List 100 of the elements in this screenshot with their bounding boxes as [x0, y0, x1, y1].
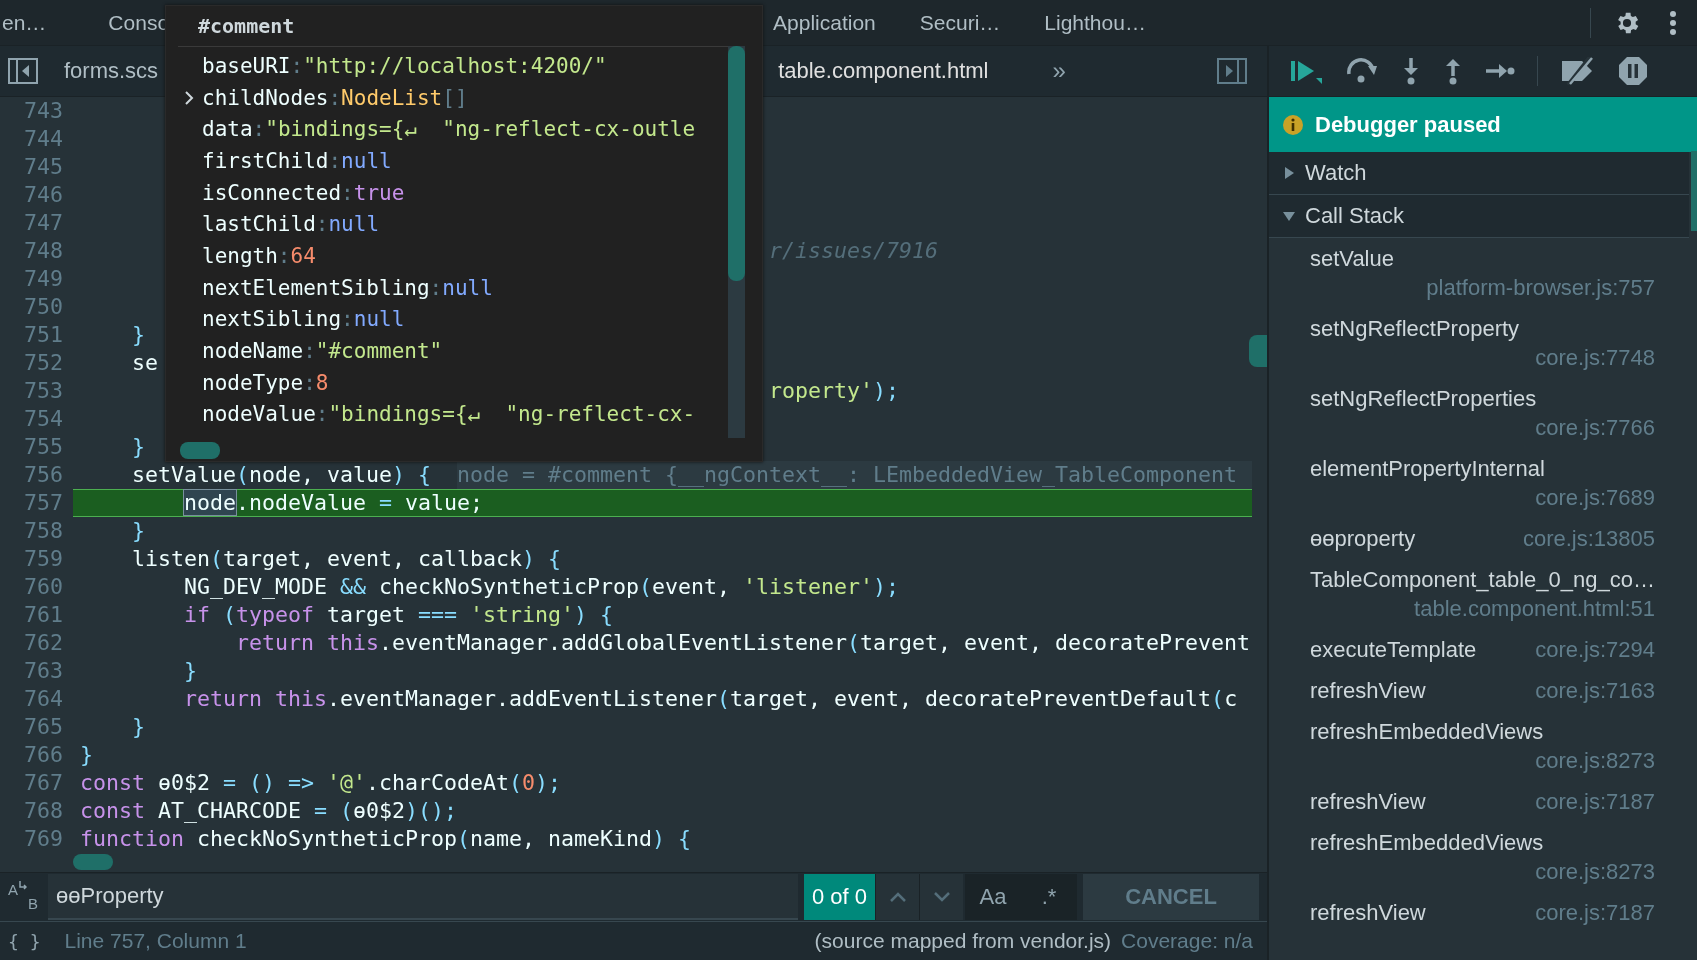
- pause-on-exceptions-icon[interactable]: [1618, 56, 1648, 86]
- line-number: 756: [23, 461, 63, 489]
- section-header[interactable]: Watch: [1269, 152, 1689, 195]
- scrollbar-thumb[interactable]: [73, 854, 113, 870]
- line-number: 751: [23, 321, 63, 349]
- frame-function-name[interactable]: ɵɵproperty: [1310, 524, 1416, 553]
- frame-function-name[interactable]: elementPropertyInternal: [1310, 454, 1545, 483]
- format-button[interactable]: { }: [8, 930, 41, 952]
- code-line: }: [80, 741, 93, 769]
- coverage-label: Coverage: n/a: [1121, 929, 1253, 953]
- line-number: 762: [23, 629, 63, 657]
- frame-function-name[interactable]: refreshView: [1310, 676, 1426, 705]
- cursor-position: Line 757, Column 1: [64, 929, 247, 953]
- frame-function-name[interactable]: setNgReflectProperty: [1310, 314, 1520, 343]
- frame-function-name[interactable]: setValue: [1310, 244, 1394, 273]
- editor-tab[interactable]: table.component.html: [778, 58, 989, 84]
- regex-toggle[interactable]: .*: [1021, 874, 1078, 920]
- code-line: r/issues/7916: [769, 237, 939, 265]
- source-map-link[interactable]: (source mapped from vendor.js): [814, 929, 1112, 953]
- chevron-up-icon: [889, 892, 906, 902]
- line-number: 769: [23, 825, 63, 853]
- match-count: 0 of 0: [804, 874, 876, 920]
- property-entry: nextElementSibling:null: [202, 275, 493, 300]
- search-field[interactable]: ɵɵProperty: [48, 874, 798, 920]
- property-entry: nodeValue:"bindings={↵ "ng-reflect-cx-: [202, 402, 696, 427]
- deactivate-breakpoints-icon[interactable]: [1560, 57, 1596, 85]
- line-number: 760: [23, 573, 63, 601]
- code-line: se: [132, 349, 159, 377]
- line-number: 748: [23, 237, 63, 265]
- code-line: if (typeof target === 'string') {: [184, 601, 614, 629]
- frame-function-name[interactable]: refreshEmbeddedViews: [1310, 828, 1544, 857]
- section-header[interactable]: Call Stack: [1269, 195, 1689, 238]
- property-entry: nextSibling:null: [202, 307, 405, 332]
- line-number: 749: [23, 265, 63, 293]
- property-entry: baseURI:"http://localhost:4200/": [202, 53, 607, 78]
- frame-function-name[interactable]: executeTemplate: [1310, 635, 1477, 664]
- line-number: 744: [23, 125, 63, 153]
- property-entry: lastChild:null: [202, 212, 380, 237]
- scrollbar-thumb[interactable]: [1691, 151, 1697, 231]
- editor-tab[interactable]: forms.scs: [64, 58, 159, 84]
- property-entry: isConnected:true: [202, 180, 405, 205]
- popup-title: #comment: [198, 14, 295, 38]
- property-entry: nodeType:8: [202, 370, 329, 395]
- banner-title: Debugger paused: [1315, 111, 1501, 138]
- property-entry: length:64: [202, 243, 316, 268]
- frame-function-name[interactable]: refreshEmbeddedViews: [1310, 717, 1544, 746]
- chevron-down-icon: [933, 892, 950, 902]
- sidebar-toggle-icon[interactable]: [1217, 58, 1247, 84]
- code-line: NG_DEV_MODE && checkNoSyntheticProp(event, 'listener');: [184, 573, 900, 601]
- match-case-toggle[interactable]: Aa: [965, 874, 1022, 920]
- sidebar-toggle-icon[interactable]: [8, 58, 38, 84]
- code-line: const ɵ0$2 = () => '@'.charCodeAt(0);: [80, 769, 562, 797]
- scrollbar-thumb[interactable]: [1249, 335, 1267, 367]
- frame-function-name[interactable]: TableComponent_table_0_ng_co…: [1310, 565, 1655, 594]
- code-line: }: [184, 657, 198, 685]
- info-icon: [1283, 114, 1303, 135]
- property-entry: childNodes:NodeList[]: [202, 85, 468, 110]
- more-options-icon[interactable]: [1669, 9, 1677, 36]
- property-entry: firstChild:null: [202, 148, 392, 173]
- line-number: 754: [23, 405, 63, 433]
- step-icon[interactable]: [1485, 61, 1515, 81]
- panel-tab[interactable]: en…: [0, 0, 87, 45]
- panel-tab[interactable]: Lighthou…: [1022, 0, 1168, 45]
- line-number: 753: [23, 377, 63, 405]
- line-number: 745: [23, 153, 63, 181]
- line-number: 743: [23, 97, 63, 125]
- property-entry: data:"bindings={↵ "ng-reflect-cx-outle: [202, 117, 696, 142]
- inline-value-hint: node = #comment {__ngContext__: LEmbeddedView_TableComponent: [457, 461, 1252, 489]
- frame-function-name[interactable]: setNgReflectProperties: [1310, 384, 1537, 413]
- step-over-icon[interactable]: [1345, 58, 1379, 84]
- more-tabs-button[interactable]: »: [1046, 57, 1072, 85]
- frame-function-name[interactable]: refreshView: [1310, 898, 1426, 927]
- code-line: }: [132, 517, 146, 545]
- code-line: setValue(node, value) {: [132, 461, 432, 489]
- line-number: 757: [23, 489, 63, 517]
- line-number: 763: [23, 657, 63, 685]
- line-number: 761: [23, 601, 63, 629]
- panel-tab[interactable]: Securi…: [897, 0, 1023, 45]
- line-number: 764: [23, 685, 63, 713]
- line-number: 765: [23, 713, 63, 741]
- line-number: 758: [23, 517, 63, 545]
- code-line: }: [132, 433, 146, 461]
- code-line: return this.eventManager.addEventListener(target, event, decoratePreventDefault(c: [184, 685, 1238, 713]
- line-number: 746: [23, 181, 63, 209]
- line-number: 766: [23, 741, 63, 769]
- replace-arrow-icon: [19, 881, 27, 891]
- code-line: listen(target, event, callback) {: [132, 545, 562, 573]
- scrollbar-thumb[interactable]: [180, 442, 220, 459]
- code-line: return this.eventManager.addGlobalEventListener(target, event, decoratePrevent: [236, 629, 1251, 657]
- code-line: function checkNoSyntheticProp(name, nameKind) {: [80, 825, 692, 853]
- code-line: }: [132, 713, 146, 741]
- code-line: }: [132, 321, 146, 349]
- property-entry: nodeName:"#comment": [202, 339, 443, 364]
- scrollbar-thumb[interactable]: [728, 46, 745, 281]
- frame-function-name[interactable]: refreshView: [1310, 787, 1426, 816]
- line-number: 750: [23, 293, 63, 321]
- line-number: 752: [23, 349, 63, 377]
- line-number: 747: [23, 209, 63, 237]
- line-number: 767: [23, 769, 63, 797]
- code-line: roperty');: [769, 377, 900, 405]
